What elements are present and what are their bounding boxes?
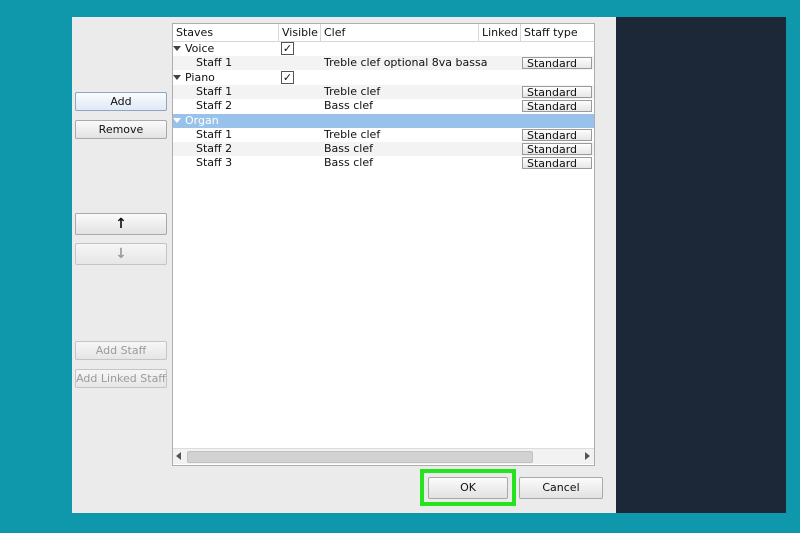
ok-highlight-box — [420, 469, 516, 506]
column-header-staves[interactable]: Staves — [173, 24, 279, 41]
visible-checkbox[interactable]: ✓ — [281, 42, 294, 55]
cancel-button[interactable]: Cancel — [519, 477, 603, 499]
instrument-row[interactable]: Piano ✓ — [173, 70, 594, 85]
clef-cell[interactable]: Treble clef optional 8va bassa — [324, 56, 487, 70]
clef-cell[interactable]: Bass clef — [324, 142, 373, 156]
column-header-staff-type[interactable]: Staff type — [521, 24, 594, 41]
instruments-dialog: Add Remove ↑ ↓ Add Staff Add Linked Staf… — [72, 17, 616, 513]
stave-name: Staff 3 — [196, 156, 233, 170]
staff-row[interactable]: Staff 1 Treble clef Standard — [173, 128, 594, 142]
staff-row[interactable]: Staff 1 Treble clef optional 8va bassa Sta… — [173, 56, 594, 71]
tree-header: Staves Visible Clef Linked Staff type — [173, 24, 594, 42]
instrument-row[interactable]: Organ — [173, 113, 594, 128]
expand-triangle-icon[interactable] — [173, 74, 181, 80]
stave-name: Piano — [185, 70, 215, 84]
staff-type-select[interactable]: Standard — [522, 57, 592, 70]
staff-row[interactable]: Staff 2 Bass clef Standard — [173, 99, 594, 113]
staff-type-select[interactable]: Standard — [522, 100, 592, 113]
move-down-button[interactable]: ↓ — [75, 243, 167, 265]
staff-row[interactable]: Staff 2 Bass clef Standard — [173, 142, 594, 157]
staff-type-select[interactable]: Standard — [522, 157, 592, 170]
stave-name: Staff 1 — [196, 84, 233, 98]
stave-name: Staff 1 — [196, 127, 233, 141]
stave-name: Staff 1 — [196, 56, 233, 70]
column-header-linked[interactable]: Linked — [479, 24, 521, 41]
clef-cell[interactable]: Bass clef — [324, 99, 373, 113]
add-linked-staff-button[interactable]: Add Linked Staff — [75, 369, 167, 388]
stave-name: Organ — [185, 113, 219, 127]
scroll-right-icon[interactable] — [585, 452, 590, 460]
column-header-clef[interactable]: Clef — [321, 24, 479, 41]
column-header-visible[interactable]: Visible — [279, 24, 321, 41]
add-staff-button[interactable]: Add Staff — [75, 341, 167, 360]
stave-name: Staff 2 — [196, 142, 233, 156]
staves-tree[interactable]: Staves Visible Clef Linked Staff type Vo… — [172, 23, 595, 466]
clef-cell[interactable]: Treble clef — [324, 128, 380, 142]
staff-type-select[interactable]: Standard — [522, 143, 592, 156]
instrument-row[interactable]: Voice ✓ — [173, 42, 594, 56]
remove-button[interactable]: Remove — [75, 120, 167, 139]
scroll-left-icon[interactable] — [176, 452, 181, 460]
add-button[interactable]: Add — [75, 92, 167, 111]
move-up-button[interactable]: ↑ — [75, 213, 167, 235]
staff-row[interactable]: Staff 3 Bass clef Standard — [173, 156, 594, 170]
visible-checkbox[interactable]: ✓ — [281, 70, 294, 84]
background-panel — [616, 17, 786, 513]
stave-name: Staff 2 — [196, 99, 233, 113]
staff-type-select[interactable]: Standard — [522, 85, 592, 98]
expand-triangle-icon[interactable] — [173, 117, 181, 123]
scrollbar-thumb[interactable] — [187, 451, 533, 463]
clef-cell[interactable]: Treble clef — [324, 85, 380, 99]
expand-triangle-icon[interactable] — [173, 46, 181, 51]
staff-type-select[interactable]: Standard — [522, 128, 592, 141]
staff-row[interactable]: Staff 1 Treble clef Standard — [173, 84, 594, 99]
horizontal-scrollbar[interactable] — [173, 448, 594, 464]
clef-cell[interactable]: Bass clef — [324, 156, 373, 170]
stave-name: Voice — [185, 42, 215, 55]
